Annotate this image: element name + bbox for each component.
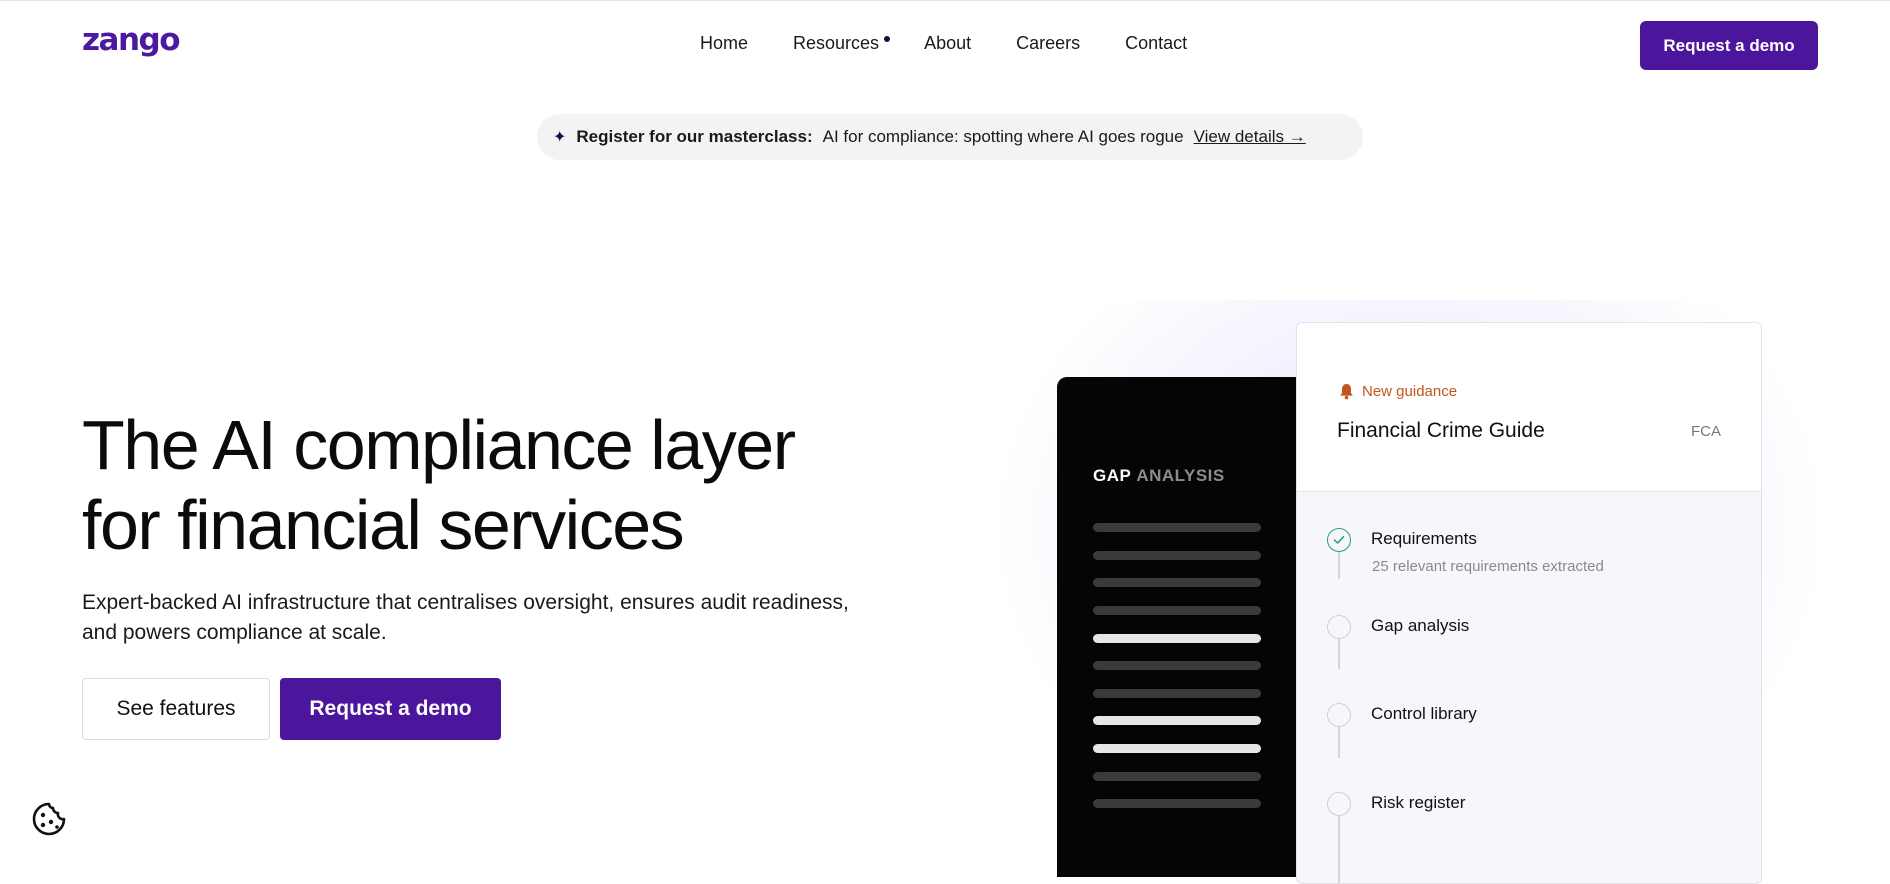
hero-title-line-2: for financial services bbox=[82, 486, 685, 564]
new-guidance-badge: New guidance bbox=[1339, 383, 1457, 400]
step-label: Control library bbox=[1371, 704, 1477, 723]
announcement-lead: Register for our masterclass: bbox=[576, 127, 813, 146]
see-features-button[interactable]: See features bbox=[82, 678, 270, 740]
hero-subtitle: Expert-backed AI infrastructure that cen… bbox=[82, 588, 912, 648]
hero-subtitle-line-1: Expert-backed AI infrastructure that cen… bbox=[82, 591, 849, 614]
nav-contact[interactable]: Contact bbox=[1125, 33, 1187, 54]
hero-subtitle-line-2: and powers compliance at scale. bbox=[82, 621, 387, 644]
step-description: 25 relevant requirements extracted bbox=[1372, 558, 1604, 575]
bell-icon bbox=[1340, 384, 1353, 400]
check-icon bbox=[1333, 536, 1345, 544]
skeleton-line bbox=[1093, 799, 1261, 808]
sparkle-icon: ✦ bbox=[553, 129, 567, 146]
gap-analysis-panel: GAP ANALYSIS bbox=[1057, 377, 1307, 877]
step-status-pending bbox=[1327, 615, 1351, 639]
skeleton-line-highlighted bbox=[1093, 744, 1261, 753]
skeleton-line-highlighted bbox=[1093, 716, 1261, 725]
nav-careers[interactable]: Careers bbox=[1016, 33, 1080, 54]
guide-title: Financial Crime Guide bbox=[1337, 419, 1545, 442]
skeleton-line bbox=[1093, 772, 1261, 781]
cookie-icon[interactable] bbox=[30, 800, 68, 838]
gap-title-word-2: ANALYSIS bbox=[1136, 466, 1225, 485]
main-nav: Home Resources About Careers Contact bbox=[700, 33, 1187, 54]
gap-title-word-1: GAP bbox=[1093, 466, 1132, 485]
logo[interactable]: zango bbox=[82, 22, 181, 58]
nav-home[interactable]: Home bbox=[700, 33, 748, 54]
announcement-text: AI for compliance: spotting where AI goe… bbox=[822, 127, 1184, 146]
skeleton-line bbox=[1093, 689, 1261, 698]
guidance-card-header: New guidance Financial Crime Guide FCA bbox=[1297, 323, 1761, 492]
step-status-pending bbox=[1327, 703, 1351, 727]
badge-label: New guidance bbox=[1362, 383, 1458, 400]
step-status-complete bbox=[1327, 528, 1351, 552]
nav-about[interactable]: About bbox=[924, 33, 971, 54]
nav-resources-label: Resources bbox=[793, 33, 880, 53]
hero-title: The AI compliance layer for financial se… bbox=[82, 405, 902, 565]
gap-analysis-title: GAP ANALYSIS bbox=[1093, 466, 1225, 486]
regulator-label: FCA bbox=[1691, 423, 1721, 440]
top-border bbox=[0, 0, 1890, 1]
step-label: Requirements bbox=[1371, 529, 1477, 548]
view-details-link[interactable]: View details → bbox=[1194, 127, 1306, 147]
announcement-bar: ✦ Register for our masterclass: AI for c… bbox=[537, 114, 1363, 160]
hero-title-line-1: The AI compliance layer bbox=[82, 406, 796, 484]
guidance-card: New guidance Financial Crime Guide FCA R… bbox=[1296, 322, 1762, 884]
skeleton-line bbox=[1093, 578, 1261, 587]
skeleton-line bbox=[1093, 523, 1261, 532]
nav-resources[interactable]: Resources bbox=[793, 33, 891, 54]
skeleton-line bbox=[1093, 661, 1261, 670]
skeleton-line bbox=[1093, 551, 1261, 560]
step-label: Risk register bbox=[1371, 793, 1466, 812]
step-status-pending bbox=[1327, 792, 1351, 816]
new-dot-icon bbox=[884, 36, 891, 42]
request-demo-button-hero[interactable]: Request a demo bbox=[280, 678, 501, 740]
request-demo-button-header[interactable]: Request a demo bbox=[1640, 21, 1818, 70]
step-label: Gap analysis bbox=[1371, 616, 1470, 635]
skeleton-line-highlighted bbox=[1093, 634, 1261, 643]
skeleton-line bbox=[1093, 606, 1261, 615]
